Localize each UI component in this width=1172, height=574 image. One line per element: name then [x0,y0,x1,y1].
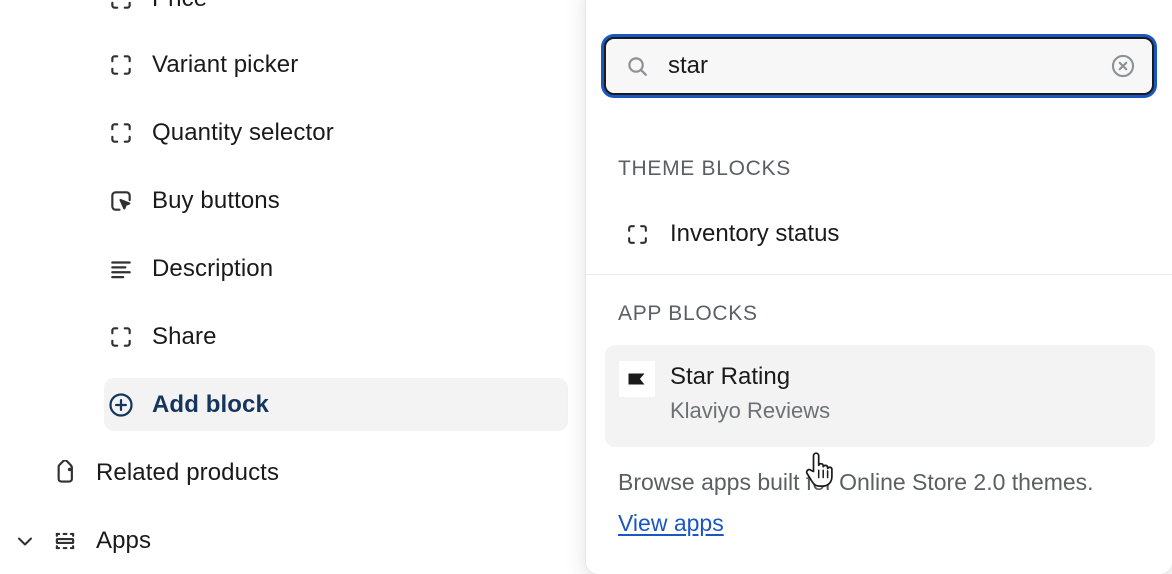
app-root: Price Variant picker Quantity selector [0,0,1172,574]
view-apps-link[interactable]: View apps [618,510,724,536]
block-icon [620,217,654,251]
result-item-subtitle: Klaviyo Reviews [670,398,831,423]
sidebar-item-label: Apps [96,527,152,554]
sidebar-item-label: Buy buttons [152,187,280,214]
sidebar-item-label: Quantity selector [152,119,334,146]
sidebar-item-price[interactable]: Price [104,0,568,26]
sidebar-item-apps[interactable]: Apps [8,514,568,568]
search-icon [624,53,650,79]
result-item-text: Star Rating Klaviyo Reviews [670,361,830,429]
group-heading-app-blocks: APP BLOCKS [618,302,758,325]
sidebar-item-share[interactable]: Share [104,310,568,364]
sidebar-item-label: Price [152,0,207,13]
klaviyo-flag-icon [619,361,655,397]
group-heading-theme-blocks: THEME BLOCKS [618,157,791,180]
sidebar-item-buy-buttons[interactable]: Buy buttons [104,174,568,228]
chevron-down-icon[interactable] [8,524,42,558]
sidebar-item-related-products[interactable]: Related products [48,446,568,500]
search-input[interactable]: star [604,37,1154,95]
sidebar-item-label: Related products [96,459,280,486]
add-block-popover: star THEME BLOCKS Inventory status APP B… [586,0,1172,574]
text-lines-icon [104,252,138,286]
sidebar-item-label: Description [152,255,274,282]
footer-note-text: Browse apps built for Online Store 2.0 t… [618,469,1094,495]
apps-icon [48,524,82,558]
sidebar-item-label: Variant picker [152,51,299,78]
theme-editor-sidebar: Price Variant picker Quantity selector [0,0,586,574]
result-item-title: Star Rating [670,363,791,390]
sidebar-item-variant-picker[interactable]: Variant picker [104,38,568,92]
block-icon [104,48,138,82]
cursor-click-icon [104,184,138,218]
result-item-star-rating[interactable]: Star Rating Klaviyo Reviews [605,345,1155,447]
block-icon [104,0,138,16]
sidebar-item-description[interactable]: Description [104,242,568,296]
block-icon [104,320,138,354]
sidebar-item-quantity-selector[interactable]: Quantity selector [104,106,568,160]
search-input-value: star [668,52,709,79]
group-divider [586,274,1172,275]
footer-note: Browse apps built for Online Store 2.0 t… [618,462,1138,544]
tag-icon [48,456,82,490]
sidebar-item-add-block[interactable]: Add block [104,378,568,431]
result-item-title: Inventory status [670,220,840,247]
result-item-inventory-status[interactable]: Inventory status [605,210,1155,258]
clear-circle-icon[interactable] [1108,51,1138,81]
block-icon [104,116,138,150]
sidebar-item-label: Share [152,323,217,350]
sidebar-item-label: Add block [152,390,269,418]
plus-circle-icon [104,388,138,422]
